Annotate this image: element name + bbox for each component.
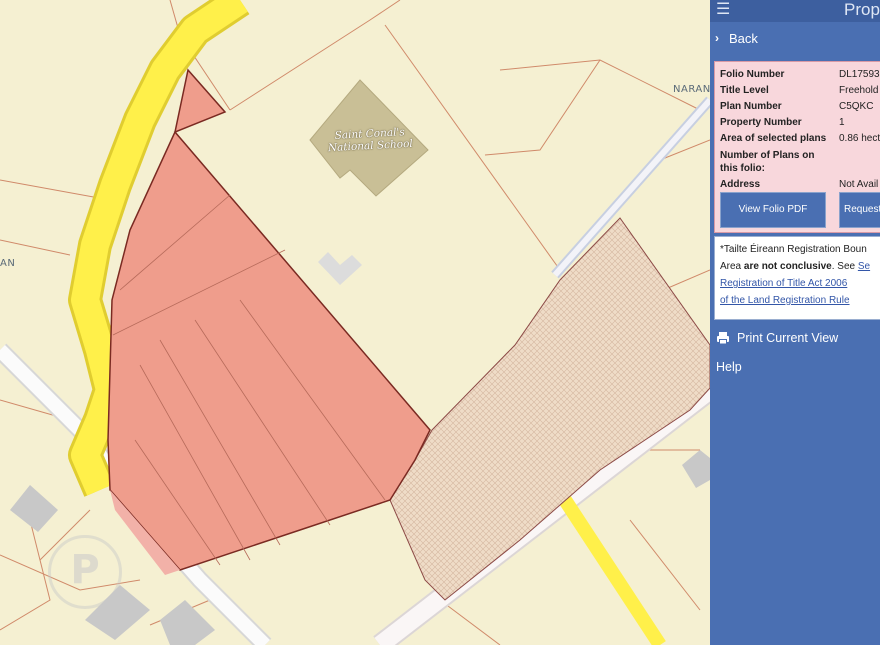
notice-line2: Area are not conclusive. See Se — [720, 258, 880, 275]
notice-line3: Registration of Title Act 2006 — [720, 275, 880, 292]
notice-link-section[interactable]: Se — [858, 261, 870, 272]
folio-row: Address Not Avail — [720, 177, 880, 193]
map-view[interactable]: Saint Conal's National School AN NARAN P — [0, 0, 710, 645]
folio-key: Number of Plans on this folio: — [720, 150, 815, 174]
folio-key: Area of selected plans — [720, 133, 827, 144]
notice-line4: of the Land Registration Rule — [720, 292, 880, 309]
panel-title: Prop — [844, 0, 880, 19]
notice-line2-bold: are not conclusive — [743, 261, 832, 272]
print-label: Print Current View — [737, 331, 839, 345]
folio-row: Number of Plans on this folio: — [720, 147, 880, 177]
notice-link-act[interactable]: Registration of Title Act 2006 — [720, 278, 847, 289]
chevron-right-icon: › — [715, 31, 719, 45]
folio-key: Property Number — [720, 117, 802, 128]
folio-row: Title Level Freehold — [720, 83, 880, 99]
folio-value: 0.86 hect — [839, 133, 880, 144]
folio-key: Plan Number — [720, 101, 782, 112]
back-button[interactable]: › Back — [710, 24, 880, 54]
folio-value: C5QKC — [839, 101, 874, 112]
disclaimer-notice: *Tailte Éireann Registration Boun Area a… — [714, 236, 880, 320]
print-current-view-button[interactable]: Print Current View — [710, 328, 880, 352]
watermark-logo: P — [48, 535, 122, 609]
property-panel: ☰ Prop › Back Folio Number DL17593 Title… — [710, 0, 880, 645]
folio-row: Area of selected plans 0.86 hect — [720, 131, 880, 147]
folio-info-box: Folio Number DL17593 Title Level Freehol… — [714, 61, 880, 233]
folio-key: Folio Number — [720, 69, 785, 80]
folio-key: Title Level — [720, 85, 769, 96]
folio-value: Not Avail — [839, 179, 879, 190]
panel-header: ☰ Prop — [710, 0, 880, 22]
road-label-right: NARAN — [673, 84, 710, 95]
notice-line2-suffix: . See — [831, 261, 858, 272]
folio-row: Property Number 1 — [720, 115, 880, 131]
folio-value: Freehold — [839, 85, 879, 96]
printer-icon — [717, 332, 729, 345]
folio-row: Folio Number DL17593 — [720, 67, 880, 83]
hamburger-icon[interactable]: ☰ — [716, 2, 730, 18]
notice-line1: *Tailte Éireann Registration Boun — [720, 244, 867, 255]
folio-table: Folio Number DL17593 Title Level Freehol… — [720, 67, 880, 193]
school-label: Saint Conal's National School — [321, 126, 418, 155]
notice-line2-prefix: Area — [720, 261, 744, 272]
back-label: Back — [729, 31, 758, 46]
notice-link-rules[interactable]: of the Land Registration Rule — [720, 295, 850, 306]
help-link[interactable]: Help — [716, 360, 742, 374]
folio-value: DL17593 — [839, 69, 880, 80]
view-folio-pdf-button[interactable]: View Folio PDF — [720, 192, 826, 228]
folio-value: 1 — [839, 117, 845, 128]
road-label-left: AN — [0, 258, 16, 269]
folio-row: Plan Number C5QKC — [720, 99, 880, 115]
folio-key: Address — [720, 179, 761, 190]
request-button[interactable]: Request — [839, 192, 880, 228]
